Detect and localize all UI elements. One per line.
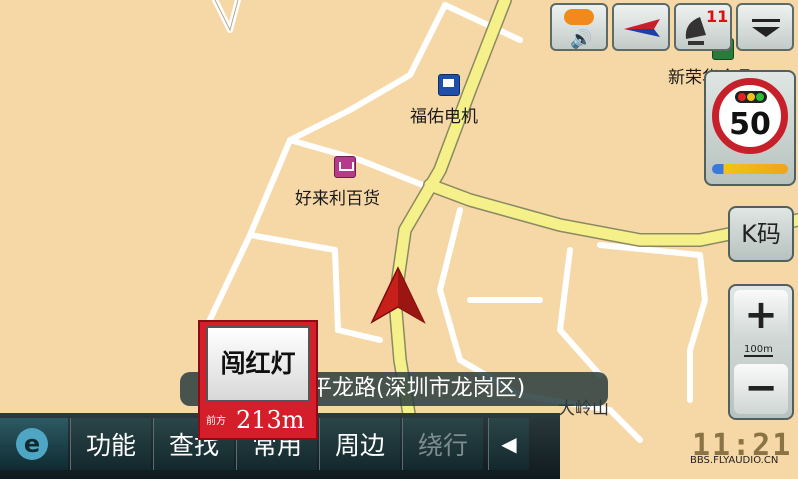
zoom-out-button[interactable]: − (734, 364, 788, 414)
compass-arrow-icon (624, 19, 660, 37)
k-code-button[interactable]: K码 (728, 206, 794, 262)
tab-detour[interactable]: 绕行 (402, 418, 483, 470)
compass-button[interactable] (612, 3, 670, 51)
zoom-panel: + 100m − (728, 284, 794, 420)
red-light-alert: 闯红灯 前方 213m (198, 320, 318, 440)
plus-icon: + (744, 292, 778, 338)
k-code-label: K码 (741, 220, 781, 248)
watermark: BBS.FLYAUDIO.CN (690, 455, 779, 466)
speed-limit-sign: 50 (712, 78, 788, 154)
gps-button[interactable]: 11 (674, 3, 732, 51)
speed-bar (712, 164, 788, 174)
computer-store-icon[interactable] (438, 74, 460, 96)
alert-prefix: 前方 (206, 416, 226, 427)
poi-label-haolaili: 好来利百货 (295, 189, 380, 209)
alert-distance: 213m (236, 406, 305, 434)
alert-title: 闯红灯 (206, 326, 310, 402)
traffic-light-icon (735, 91, 767, 103)
satellite-count: 11 (706, 7, 729, 26)
logo-button[interactable]: e (0, 418, 68, 470)
speed-limit-panel: 50 (704, 70, 796, 186)
menu-toggle-button[interactable] (736, 3, 794, 51)
e-logo-icon: e (16, 428, 48, 460)
shopping-cart-icon[interactable] (334, 156, 356, 178)
tab-functions[interactable]: 功能 (70, 418, 151, 470)
zoom-in-button[interactable]: + (734, 290, 788, 340)
minus-icon: − (744, 365, 778, 411)
speed-limit-value: 50 (729, 107, 771, 142)
voice-button[interactable]: 🔊 (550, 3, 608, 51)
back-arrow-icon: ◀ (501, 432, 517, 456)
chevron-down-icon (752, 27, 780, 37)
back-button[interactable]: ◀ (488, 418, 529, 470)
tab-nearby[interactable]: 周边 (319, 418, 400, 470)
poi-label-fuyou: 福佑电机 (410, 107, 478, 127)
scale-label: 100m (744, 344, 773, 357)
speech-bubble-speaker-icon (564, 9, 594, 25)
